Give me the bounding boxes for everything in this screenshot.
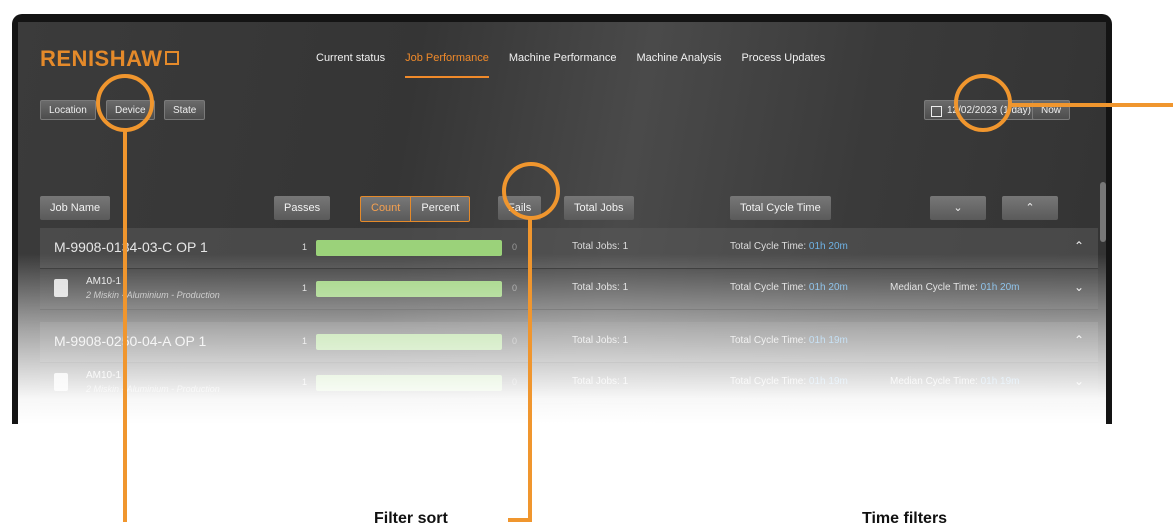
fails-count: 0 [512, 242, 518, 252]
device-row[interactable]: AM10-1 2 Miskin - Aluminium - Production… [40, 269, 1098, 310]
time-filters-caption: Time filters [862, 510, 948, 527]
device-location: 2 Miskin - Aluminium - Production [86, 290, 220, 300]
main-nav: Current status Job Performance Machine P… [316, 52, 825, 78]
mct-label: Median Cycle Time: [890, 282, 978, 293]
machine-icon [54, 279, 68, 297]
total-jobs: Total Jobs: 1 [572, 241, 629, 252]
total-cycle-time-column-button[interactable]: Total Cycle Time [730, 196, 831, 220]
count-percent-toggle[interactable]: Count Percent [360, 196, 471, 222]
tct-value: 01h 19m [808, 376, 848, 387]
device-row[interactable]: AM10-1 2 Miskin - Aluminium - Production… [40, 363, 1098, 404]
mct-value: 01h 19m [980, 376, 1020, 387]
passes-bar [316, 240, 502, 256]
passes-bar [316, 375, 502, 391]
total-cycle-time: Total Cycle Time: 01h 20m [730, 241, 848, 252]
total-jobs: Total Jobs: 1 [572, 376, 629, 387]
total-cycle-time: Total Cycle Time: 01h 19m [730, 376, 848, 387]
job-name: M-9908-0134-03-C OP 1 [54, 239, 208, 255]
tct-label: Total Cycle Time: [730, 376, 807, 387]
scrollbar[interactable] [1100, 182, 1106, 242]
passes-bar [316, 281, 502, 297]
nav-current-status[interactable]: Current status [316, 52, 385, 64]
app-screen: RENISHAW Current status Job Performance … [18, 22, 1106, 424]
percent-toggle[interactable]: Percent [411, 197, 469, 221]
device-screen-frame: RENISHAW Current status Job Performance … [12, 14, 1112, 424]
machine-icon [54, 373, 68, 391]
nav-machine-performance[interactable]: Machine Performance [509, 52, 617, 64]
device-location: 2 Miskin - Aluminium - Production [86, 384, 220, 394]
fails-count: 0 [512, 377, 518, 387]
state-filter-button[interactable]: State [164, 100, 206, 120]
nav-machine-analysis[interactable]: Machine Analysis [636, 52, 721, 64]
device-name: AM10-1 [86, 370, 122, 381]
fails-count: 0 [512, 283, 518, 293]
logo-mark-icon [164, 51, 179, 65]
nav-job-performance[interactable]: Job Performance [405, 52, 489, 78]
time-callout-circle [954, 74, 1012, 132]
filter-sort-caption: Filter sort [374, 510, 448, 527]
passes-count: 1 [302, 242, 308, 252]
passes-column-button[interactable]: Passes [274, 196, 331, 220]
chevron-up-icon[interactable]: ⌃ [1074, 239, 1084, 253]
fails-callout-line [528, 218, 532, 522]
median-cycle-time: Median Cycle Time: 01h 20m [890, 282, 1020, 293]
passes-count: 1 [302, 336, 308, 346]
mct-value: 01h 20m [980, 282, 1020, 293]
passes-count: 1 [302, 377, 308, 387]
job-name-column-button[interactable]: Job Name [40, 196, 111, 220]
tct-label: Total Cycle Time: [730, 241, 807, 252]
job-row[interactable]: M-9908-0134-03-C OP 1 1 0 Total Jobs: 1 … [40, 228, 1098, 269]
fails-callout-tick [508, 518, 530, 522]
total-jobs-column-button[interactable]: Total Jobs [564, 196, 634, 220]
renishaw-logo: RENISHAW [40, 46, 179, 72]
location-filter-button[interactable]: Location [40, 100, 96, 120]
tct-value: 01h 20m [808, 241, 848, 252]
median-cycle-time: Median Cycle Time: 01h 19m [890, 376, 1020, 387]
passes-bar [316, 334, 502, 350]
chevron-down-icon[interactable]: ⌄ [1074, 280, 1084, 294]
total-jobs: Total Jobs: 1 [572, 335, 629, 346]
fails-count: 0 [512, 336, 518, 346]
total-jobs: Total Jobs: 1 [572, 282, 629, 293]
tct-value: 01h 20m [808, 282, 848, 293]
job-row[interactable]: M-9908-0250-04-A OP 1 1 0 Total Jobs: 1 … [40, 322, 1098, 363]
passes-count: 1 [302, 283, 308, 293]
nav-process-updates[interactable]: Process Updates [741, 52, 825, 64]
count-toggle[interactable]: Count [361, 197, 412, 221]
tct-label: Total Cycle Time: [730, 282, 807, 293]
collapse-all-button[interactable]: ⌃ [1002, 196, 1058, 220]
calendar-icon [931, 106, 942, 117]
chevron-up-icon[interactable]: ⌃ [1074, 333, 1084, 347]
device-name: AM10-1 [86, 276, 122, 287]
device-callout-line [123, 130, 127, 522]
expand-all-button[interactable]: ⌄ [930, 196, 986, 220]
fails-callout-circle [502, 162, 560, 220]
logo-text: RENISHAW [40, 46, 163, 71]
tct-value: 01h 19m [808, 335, 848, 346]
device-callout-circle [96, 74, 154, 132]
mct-label: Median Cycle Time: [890, 376, 978, 387]
time-callout-line [1010, 103, 1173, 107]
total-cycle-time: Total Cycle Time: 01h 20m [730, 282, 848, 293]
total-cycle-time: Total Cycle Time: 01h 19m [730, 335, 848, 346]
chevron-down-icon[interactable]: ⌄ [1074, 374, 1084, 388]
tct-label: Total Cycle Time: [730, 335, 807, 346]
job-name: M-9908-0250-04-A OP 1 [54, 333, 207, 349]
